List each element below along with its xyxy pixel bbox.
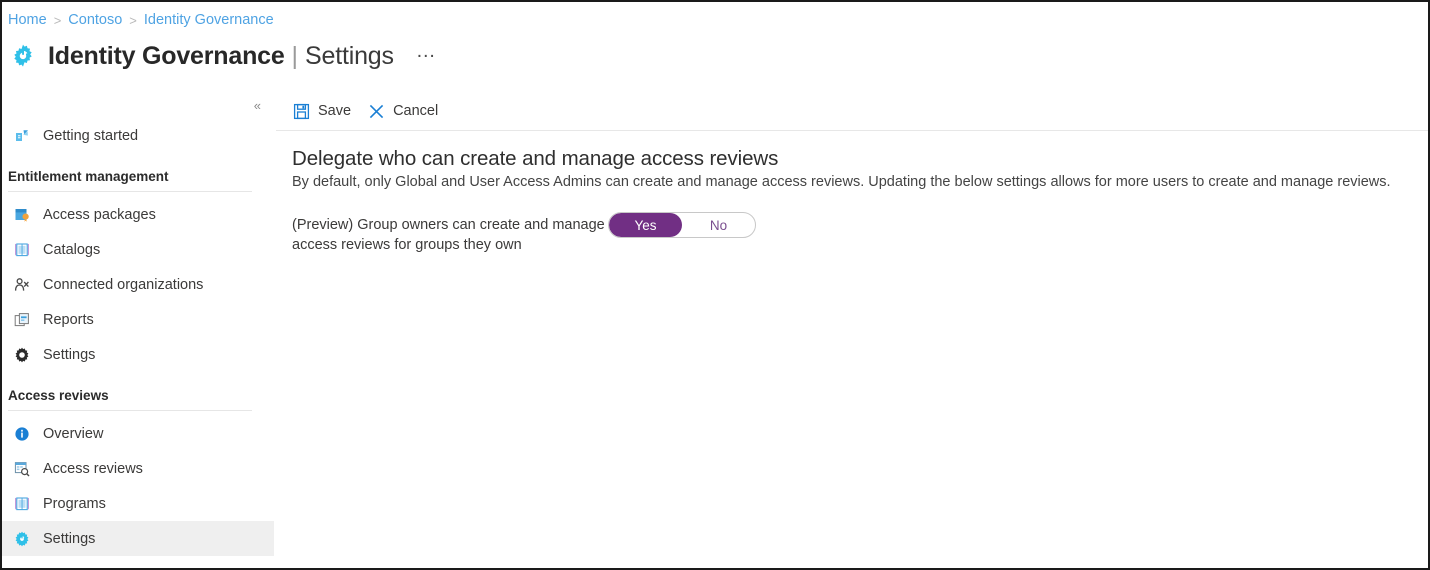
sidebar-item-settings-entitlement[interactable]: Settings	[2, 337, 274, 372]
setting-label-line1: (Preview) Group owners can create and ma…	[292, 217, 605, 233]
breadcrumb-item-identity-governance[interactable]: Identity Governance	[144, 12, 274, 28]
access-packages-icon	[11, 205, 33, 225]
sidebar-item-label: Access packages	[43, 206, 156, 223]
sidebar-item-connected-organizations[interactable]: Connected organizations	[2, 267, 274, 302]
main-content: Save Cancel Delegate who can create and …	[274, 92, 1428, 568]
getting-started-icon	[11, 126, 33, 146]
toggle-option-yes[interactable]: Yes	[609, 213, 682, 237]
sidebar-item-label: Connected organizations	[43, 276, 204, 293]
sidebar-item-programs[interactable]: Programs	[2, 486, 274, 521]
reports-documents-icon	[11, 310, 33, 330]
breadcrumb: Home > Contoso > Identity Governance	[8, 10, 274, 30]
save-floppy-icon	[292, 102, 311, 121]
sidebar-section-heading-entitlement-management: Entitlement management	[8, 168, 169, 184]
breadcrumb-separator: >	[129, 12, 137, 28]
setting-label: (Preview) Group owners can create and ma…	[292, 212, 608, 255]
access-reviews-search-icon	[11, 459, 33, 479]
cancel-button[interactable]: Cancel	[367, 98, 438, 124]
identity-governance-gear-icon	[8, 41, 38, 71]
toggle-option-no[interactable]: No	[682, 213, 755, 237]
sidebar-item-label: Access reviews	[43, 460, 143, 477]
sidebar-item-label: Getting started	[43, 127, 139, 144]
sidebar-item-getting-started[interactable]: Getting started	[2, 118, 274, 153]
cancel-x-icon	[367, 102, 386, 121]
sidebar-item-label: Catalogs	[43, 241, 101, 258]
save-button-label: Save	[318, 103, 352, 119]
sidebar-item-label: Settings	[43, 530, 96, 547]
overview-info-icon	[11, 424, 33, 444]
group-owners-toggle[interactable]: Yes No	[608, 212, 756, 238]
sidebar-item-access-reviews[interactable]: Access reviews	[2, 451, 274, 486]
setting-label-line2: access reviews for groups they own	[292, 237, 522, 253]
settings-panel: Delegate who can create and manage acces…	[274, 131, 1428, 255]
azure-portal-page: Home > Contoso > Identity Governance Ide…	[0, 0, 1430, 570]
sidebar-item-label: Programs	[43, 495, 106, 512]
command-toolbar: Save Cancel	[274, 92, 1428, 130]
settings-gear-icon	[11, 345, 33, 365]
page-title-separator: |	[291, 41, 299, 70]
panel-title: Delegate who can create and manage acces…	[292, 147, 779, 170]
sidebar-collapse-row: «	[2, 92, 274, 118]
catalogs-book-icon	[11, 240, 33, 260]
sidebar-item-overview[interactable]: Overview	[2, 416, 274, 451]
sidebar-item-reports[interactable]: Reports	[2, 302, 274, 337]
sidebar-item-settings-access-reviews[interactable]: Settings	[2, 521, 274, 556]
more-options-button[interactable]: …	[416, 41, 437, 66]
programs-book-icon	[11, 494, 33, 514]
settings-gear-blue-icon	[11, 529, 33, 549]
sidebar-item-label: Overview	[43, 425, 104, 442]
sidebar-item-access-packages[interactable]: Access packages	[2, 197, 274, 232]
cancel-button-label: Cancel	[393, 103, 439, 119]
connected-organizations-person-icon	[11, 275, 33, 295]
save-button[interactable]: Save	[292, 98, 351, 124]
breadcrumb-item-home[interactable]: Home	[8, 12, 47, 28]
panel-description: By default, only Global and User Access …	[292, 174, 1391, 190]
breadcrumb-separator: >	[53, 12, 62, 28]
setting-row-group-owners: (Preview) Group owners can create and ma…	[292, 212, 1420, 255]
sidebar-item-label: Reports	[43, 311, 94, 328]
breadcrumb-item-contoso[interactable]: Contoso	[68, 12, 122, 28]
sidebar: « Getting started Entitlement management	[2, 92, 274, 568]
sidebar-section-divider	[8, 410, 252, 411]
sidebar-item-label: Settings	[43, 346, 96, 363]
page-title: Identity Governance | Settings …	[8, 35, 437, 77]
sidebar-item-catalogs[interactable]: Catalogs	[2, 232, 274, 267]
collapse-chevron-icon[interactable]: «	[254, 98, 261, 113]
sidebar-section-divider	[8, 191, 252, 192]
page-title-subtitle: Settings	[305, 41, 394, 70]
page-title-main: Identity Governance	[48, 41, 285, 70]
sidebar-section-heading-access-reviews: Access reviews	[8, 387, 109, 403]
